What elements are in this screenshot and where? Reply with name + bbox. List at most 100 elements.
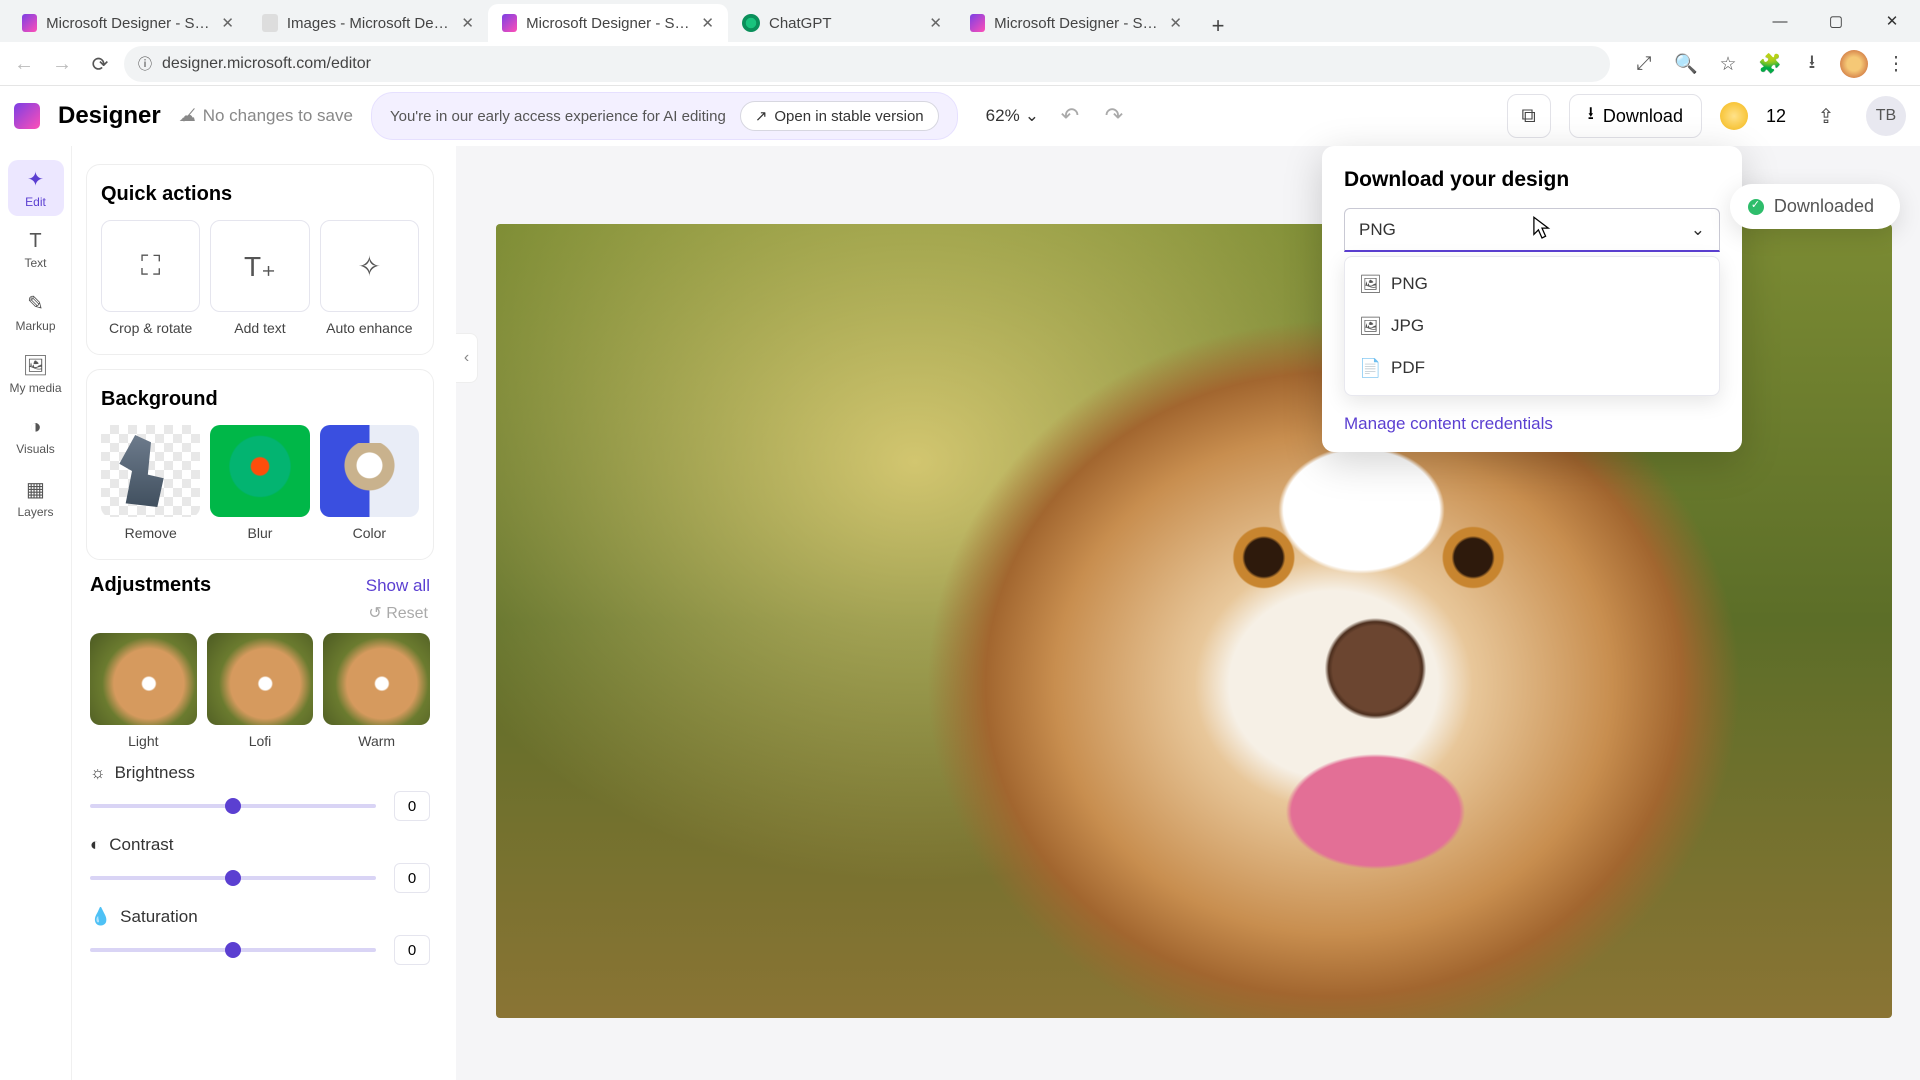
browser-tab[interactable]: Microsoft Designer - Stunning ✕ <box>8 4 248 42</box>
app-brand: Designer <box>58 102 161 130</box>
rail-item-markup[interactable]: ✎ Markup <box>8 284 64 340</box>
rail-item-label: Text <box>24 256 46 270</box>
slider-value[interactable]: 0 <box>394 935 430 965</box>
redo-button[interactable]: ↷ <box>1101 103 1127 129</box>
slider-track[interactable] <box>90 948 376 952</box>
downloaded-toast: Downloaded <box>1730 184 1900 229</box>
reset-button[interactable]: ↺ Reset <box>86 603 428 623</box>
background-label: Remove <box>125 525 177 541</box>
browser-tab[interactable]: Microsoft Designer - Stunning ✕ <box>488 4 728 42</box>
tab-title: Images - Microsoft Designer <box>287 15 453 32</box>
slider-knob[interactable] <box>225 870 241 886</box>
preset-thumb <box>207 633 314 725</box>
toolbar-actions: ⤢ 🔍 ☆ 🧩 ⭳ ⋮ <box>1630 50 1910 78</box>
tab-title: Microsoft Designer - Stunning <box>994 15 1160 32</box>
preset-warm[interactable]: Warm <box>323 633 430 749</box>
slider-label: Saturation <box>120 907 198 927</box>
kebab-menu-icon[interactable]: ⋮ <box>1882 50 1910 78</box>
maximize-button[interactable]: ▢ <box>1808 0 1864 42</box>
browser-tab[interactable]: Images - Microsoft Designer ✕ <box>248 4 488 42</box>
download-button[interactable]: ⭳ Download <box>1569 94 1702 138</box>
profile-avatar[interactable] <box>1840 50 1868 78</box>
background-option-blur[interactable]: Blur <box>210 425 309 541</box>
quick-action-label: Auto enhance <box>326 320 412 336</box>
collapse-panel-button[interactable]: ‹ <box>456 333 478 383</box>
format-select[interactable]: PNG ⌄ <box>1344 208 1720 252</box>
zoom-dropdown[interactable]: 62% ⌄ <box>986 106 1039 126</box>
copy-button[interactable]: ⧉ <box>1507 94 1551 138</box>
bookmark-icon[interactable]: ☆ <box>1714 50 1742 78</box>
slider-track[interactable] <box>90 804 376 808</box>
address-bar[interactable]: ⓘ designer.microsoft.com/editor <box>124 46 1610 82</box>
minimize-button[interactable]: — <box>1752 0 1808 42</box>
share-button[interactable]: ⇪ <box>1804 94 1848 138</box>
close-tab-button[interactable]: ✕ <box>929 14 942 32</box>
close-tab-button[interactable]: ✕ <box>461 14 474 32</box>
rail-item-text[interactable]: T Text <box>8 222 64 278</box>
preset-label: Warm <box>358 733 395 749</box>
background-option-remove[interactable]: Remove <box>101 425 200 541</box>
reload-button[interactable]: ⟳ <box>86 50 114 78</box>
site-info-icon[interactable]: ⓘ <box>138 54 152 74</box>
slider-label: Brightness <box>115 763 195 783</box>
show-all-link[interactable]: Show all <box>366 576 430 596</box>
mymedia-icon: 🖼 <box>23 353 48 378</box>
preset-thumb <box>90 633 197 725</box>
rail-item-layers[interactable]: ▦ Layers <box>8 470 64 526</box>
rail-item-visuals[interactable]: ◑ Visuals <box>8 408 64 464</box>
close-tab-button[interactable]: ✕ <box>701 14 714 32</box>
slider-value[interactable]: 0 <box>394 863 430 893</box>
preset-label: Lofi <box>249 733 272 749</box>
open-stable-button[interactable]: ↗ Open in stable version <box>740 101 939 131</box>
slider-value[interactable]: 0 <box>394 791 430 821</box>
browser-tab[interactable]: Microsoft Designer - Stunning ✕ <box>956 4 1196 42</box>
extensions-icon[interactable]: 🧩 <box>1756 50 1784 78</box>
quick-action-add-text[interactable]: T₊ Add text <box>210 220 309 336</box>
slider-knob[interactable] <box>225 942 241 958</box>
layers-icon: ▦ <box>26 477 45 502</box>
content-credentials-link[interactable]: Manage content credentials <box>1344 414 1553 434</box>
adjustments-header: Adjustments Show all <box>90 574 430 597</box>
install-app-icon[interactable]: ⤢ <box>1630 50 1658 78</box>
favicon-icon <box>262 14 278 32</box>
toast-text: Downloaded <box>1774 196 1874 217</box>
rail-item-edit[interactable]: ✦ Edit <box>8 160 64 216</box>
browser-tab[interactable]: ChatGPT ✕ <box>728 4 956 42</box>
app-header: Designer ☁̸ No changes to save You're in… <box>0 86 1920 146</box>
preset-light[interactable]: Light <box>90 633 197 749</box>
rail-item-mymedia[interactable]: 🖼 My media <box>8 346 64 402</box>
user-avatar[interactable]: TB <box>1866 96 1906 136</box>
left-rail: ✦ Edit T Text ✎ Markup 🖼 My media ◑ Visuals ▦… <box>0 146 72 1080</box>
designer-app: Designer ☁̸ No changes to save You're in… <box>0 86 1920 1080</box>
close-tab-button[interactable]: ✕ <box>221 14 234 32</box>
zoom-icon[interactable]: 🔍 <box>1672 50 1700 78</box>
close-tab-button[interactable]: ✕ <box>1169 14 1182 32</box>
preset-thumb <box>323 633 430 725</box>
format-option-pdf[interactable]: 📄 PDF <box>1345 347 1719 389</box>
background-option-color[interactable]: Color <box>320 425 419 541</box>
downloads-icon[interactable]: ⭳ <box>1798 50 1826 78</box>
new-tab-button[interactable]: + <box>1202 10 1234 42</box>
preset-lofi[interactable]: Lofi <box>207 633 314 749</box>
quick-action-icon: T₊ <box>210 220 309 312</box>
background-thumb <box>101 425 200 517</box>
contrast-icon: ◐ <box>90 835 100 855</box>
text-icon: T <box>29 230 41 253</box>
copy-icon: ⧉ <box>1521 105 1535 128</box>
back-button[interactable]: ← <box>10 50 38 78</box>
close-window-button[interactable]: ✕ <box>1864 0 1920 42</box>
undo-button[interactable]: ↶ <box>1057 103 1083 129</box>
format-option-png[interactable]: 🖼 PNG <box>1345 263 1719 305</box>
background-title: Background <box>101 388 419 411</box>
format-option-jpg[interactable]: 🖼 JPG <box>1345 305 1719 347</box>
slider-track[interactable] <box>90 876 376 880</box>
forward-button[interactable]: → <box>48 50 76 78</box>
download-icon: ⭳ <box>1588 101 1594 131</box>
quick-action-crop-rotate[interactable]: ⛶ Crop & rotate <box>101 220 200 336</box>
quick-action-auto-enhance[interactable]: ✧ Auto enhance <box>320 220 419 336</box>
slider-knob[interactable] <box>225 798 241 814</box>
background-label: Blur <box>248 525 273 541</box>
tab-strip: Microsoft Designer - Stunning ✕ Images -… <box>0 0 1920 42</box>
save-status: ☁̸ No changes to save <box>179 106 353 126</box>
rail-item-label: Edit <box>25 195 46 209</box>
